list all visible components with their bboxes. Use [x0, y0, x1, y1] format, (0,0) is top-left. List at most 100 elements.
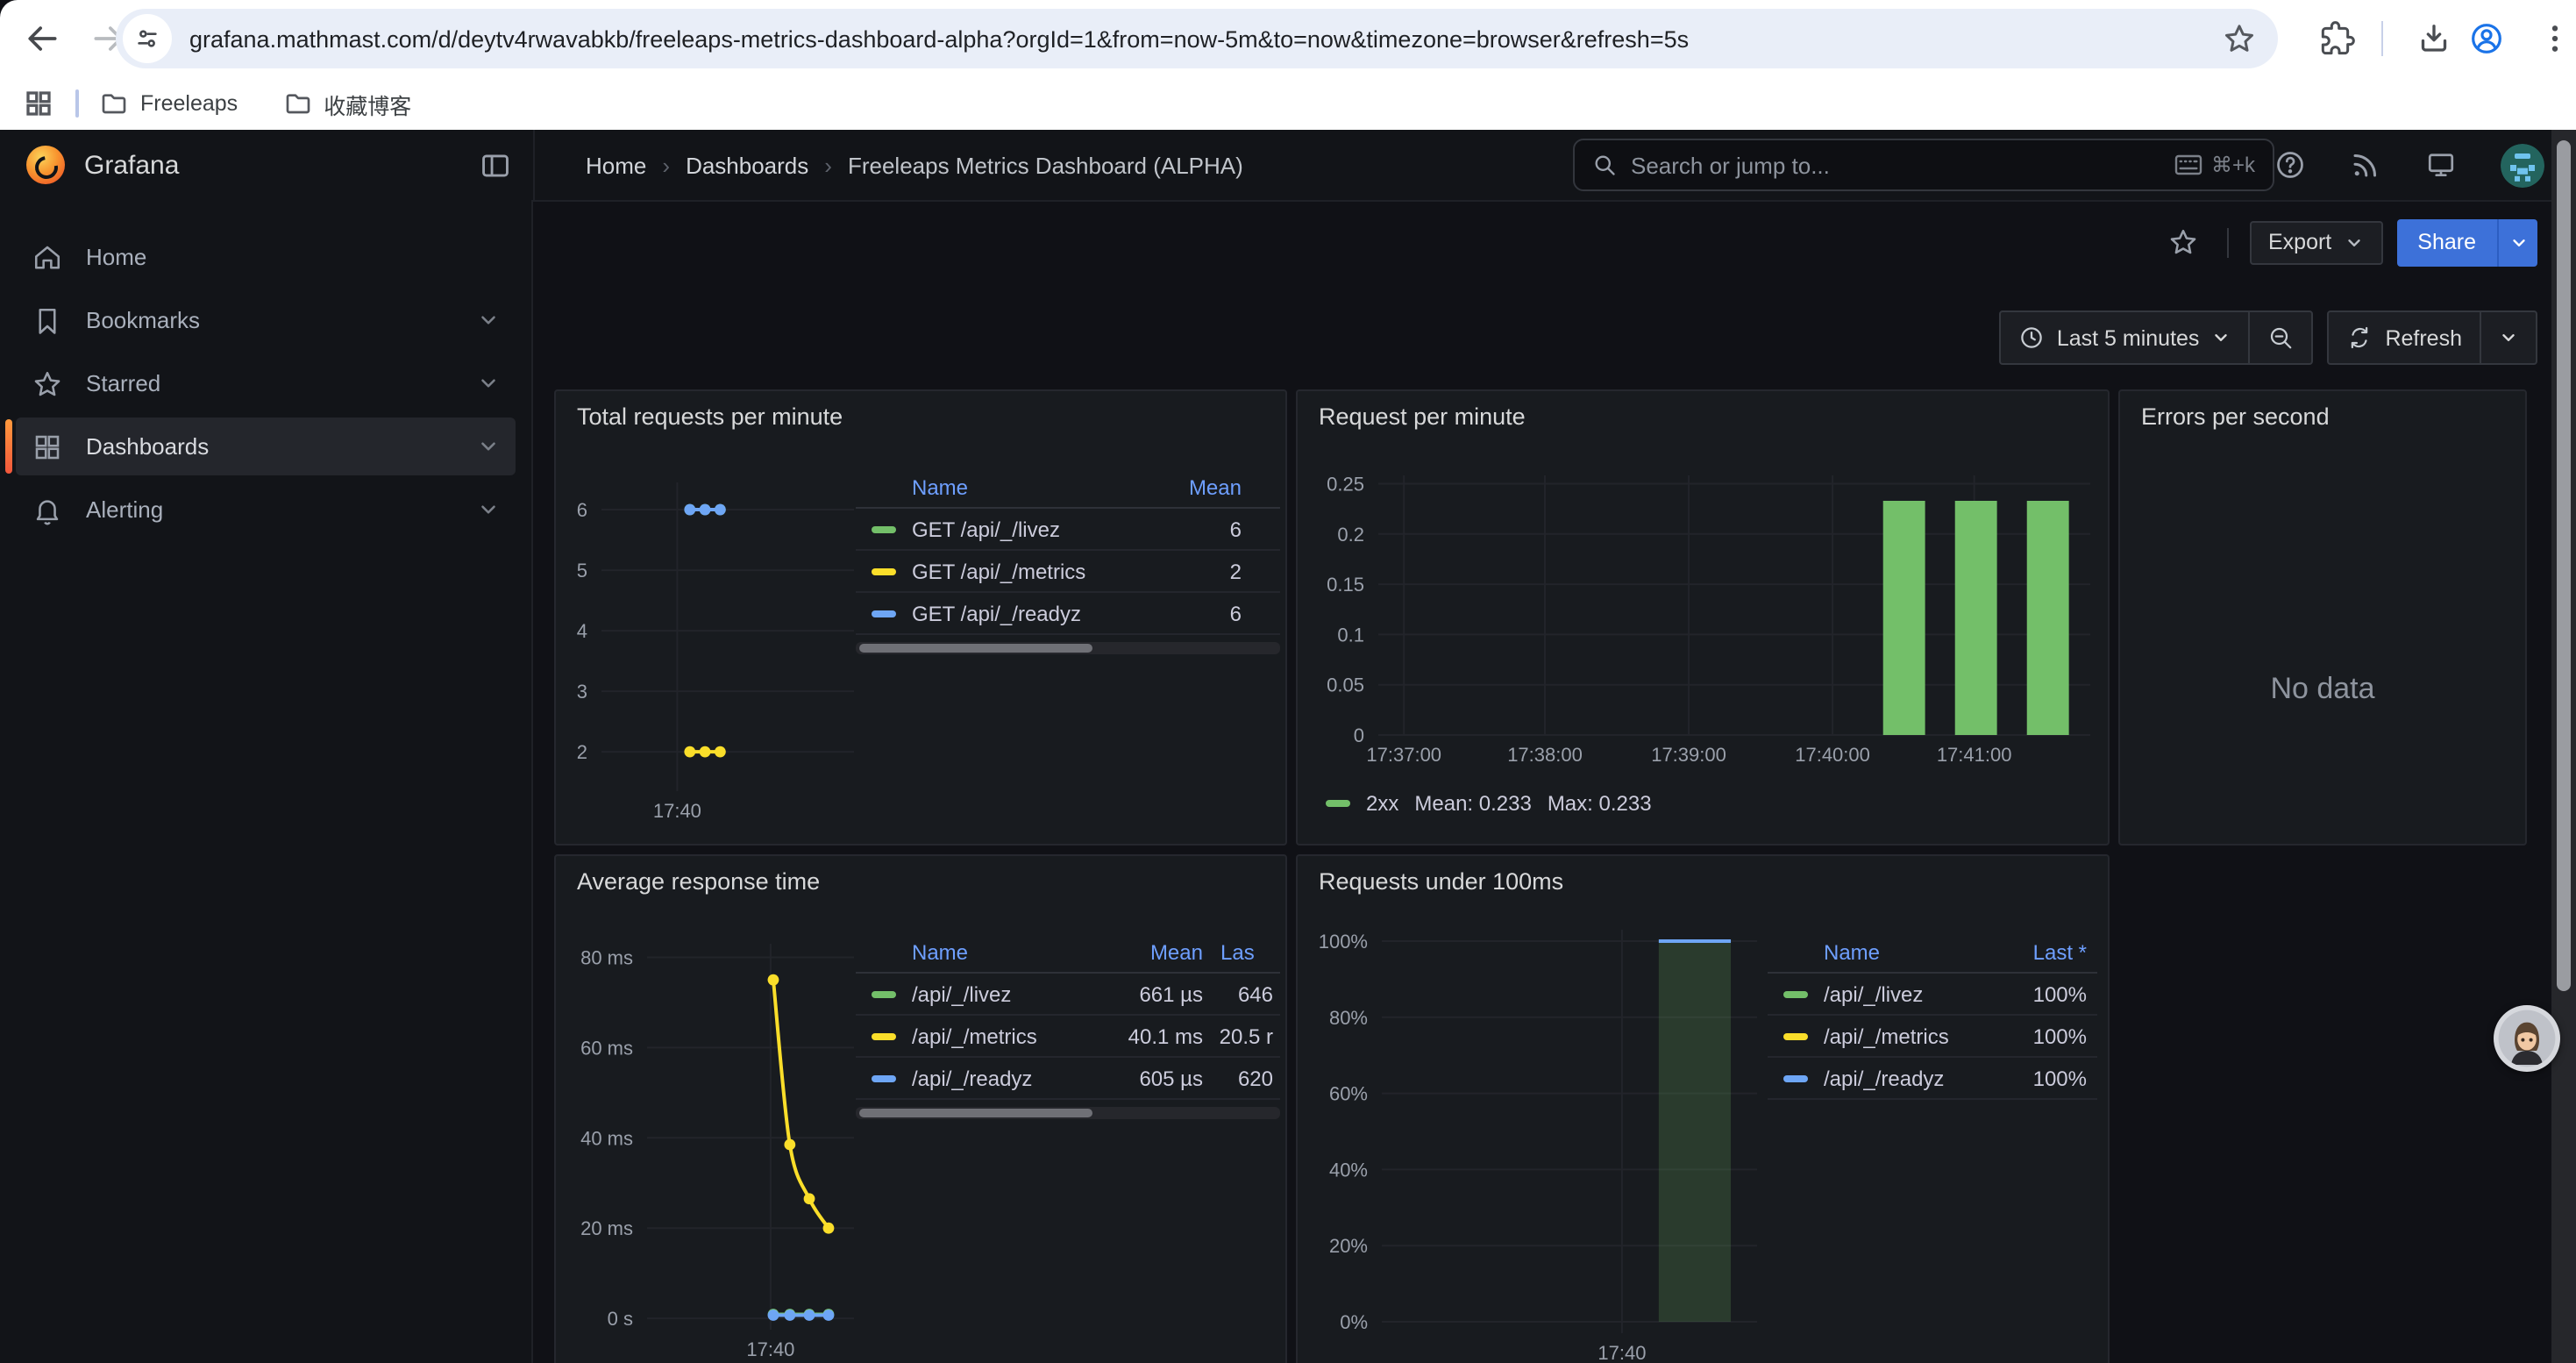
browser-menu-icon[interactable]: [2537, 21, 2572, 56]
legend-row[interactable]: GET /api/_/livez 6: [856, 509, 1280, 551]
folder-icon: [100, 89, 128, 118]
panel-title[interactable]: Average response time: [577, 868, 820, 895]
series-swatch: [872, 525, 896, 532]
panel-errors-per-second[interactable]: Errors per second No data: [2118, 389, 2527, 846]
downloads-icon[interactable]: [2416, 21, 2451, 56]
legend-col-last[interactable]: Last *: [1989, 940, 2097, 965]
sidebar-item-alerting[interactable]: Alerting: [16, 481, 516, 539]
panel-title[interactable]: Request per minute: [1319, 403, 1526, 430]
address-bar[interactable]: grafana.mathmast.com/d/deytv4rwavabkb/fr…: [116, 9, 2278, 68]
back-icon[interactable]: [23, 19, 61, 58]
legend-col-mean[interactable]: Mean: [1098, 940, 1203, 965]
share-button[interactable]: Share: [2396, 218, 2497, 266]
legend-col-name[interactable]: Name: [1824, 940, 1989, 965]
svg-text:3: 3: [577, 681, 587, 703]
url-text[interactable]: grafana.mathmast.com/d/deytv4rwavabkb/fr…: [189, 25, 2208, 52]
svg-text:80 ms: 80 ms: [580, 946, 633, 968]
chevron-down-icon[interactable]: [477, 435, 500, 458]
series-swatch: [872, 567, 896, 574]
monitor-icon[interactable]: [2425, 149, 2457, 181]
bookmark-star-icon[interactable]: [2222, 21, 2257, 56]
time-range-picker[interactable]: Last 5 minutes: [2001, 312, 2249, 363]
series-name[interactable]: GET /api/_/readyz: [912, 601, 1175, 625]
panel-title[interactable]: Total requests per minute: [577, 403, 843, 430]
sidebar-item-bookmarks[interactable]: Bookmarks: [16, 291, 516, 349]
time-range-group: Last 5 minutes: [1999, 310, 2314, 365]
legend-row[interactable]: /api/_/livez 100%: [1768, 974, 2097, 1016]
share-menu-button[interactable]: [2497, 218, 2537, 266]
series-mean: Mean: 0.233: [1414, 791, 1531, 816]
legend-scrollbar[interactable]: [856, 1107, 1280, 1119]
help-icon[interactable]: [2274, 149, 2306, 181]
refresh-interval-button[interactable]: [2480, 312, 2536, 363]
sidebar-item-home[interactable]: Home: [16, 228, 516, 286]
panel-request-per-minute[interactable]: Request per minute 0.250.20.150.10.05017…: [1296, 389, 2110, 846]
legend-row[interactable]: /api/_/readyz 605 µs 620: [856, 1058, 1280, 1100]
user-avatar[interactable]: [2501, 143, 2544, 187]
panel-title[interactable]: Requests under 100ms: [1319, 868, 1563, 895]
series-name[interactable]: /api/_/metrics: [912, 1024, 1098, 1048]
page-scrollbar[interactable]: [2551, 130, 2576, 1363]
legend-row[interactable]: /api/_/livez 661 µs 646: [856, 974, 1280, 1016]
panel-total-requests[interactable]: Total requests per minute 6543217:40 Nam…: [554, 389, 1287, 846]
breadcrumb-separator: ›: [824, 152, 832, 178]
series-name[interactable]: /api/_/livez: [1824, 981, 1989, 1006]
series-name[interactable]: 2xx: [1366, 791, 1398, 816]
chevron-down-icon[interactable]: [477, 498, 500, 521]
legend-row[interactable]: GET /api/_/readyz 6: [856, 593, 1280, 635]
legend-row[interactable]: /api/_/metrics 40.1 ms 20.5 r: [856, 1016, 1280, 1058]
no-data-text: No data: [2120, 672, 2525, 707]
floating-assistant-avatar[interactable]: [2494, 1005, 2560, 1072]
breadcrumb-dashboards[interactable]: Dashboards: [686, 152, 808, 178]
series-name[interactable]: GET /api/_/livez: [912, 517, 1175, 541]
breadcrumb-current: Freeleaps Metrics Dashboard (ALPHA): [848, 152, 1243, 178]
sidebar-toggle-icon[interactable]: [479, 148, 512, 182]
legend-scrollbar-thumb[interactable]: [859, 644, 1092, 653]
page-scrollbar-thumb[interactable]: [2557, 140, 2571, 991]
svg-text:4: 4: [577, 620, 587, 642]
profile-icon[interactable]: [2469, 21, 2504, 56]
site-settings-icon[interactable]: [123, 14, 172, 63]
svg-text:0 s: 0 s: [608, 1308, 633, 1330]
search-input[interactable]: Search or jump to... ⌘+k: [1573, 139, 2274, 191]
bookmark-folder-freeleaps[interactable]: Freeleaps: [100, 89, 238, 118]
sidebar-item-dashboards[interactable]: Dashboards: [16, 417, 516, 475]
legend-scrollbar[interactable]: [856, 642, 1280, 654]
series-last: 100%: [1989, 1024, 2097, 1048]
apps-grid-icon[interactable]: [23, 88, 54, 119]
panel-average-response-time[interactable]: Average response time 80 ms60 ms40 ms20 …: [554, 854, 1287, 1363]
legend-col-mean[interactable]: Mean: [1175, 475, 1280, 500]
breadcrumb-home[interactable]: Home: [586, 152, 646, 178]
panel-requests-under-100ms[interactable]: Requests under 100ms 100%80%60%40%20%0%1…: [1296, 854, 2110, 1363]
series-swatch: [872, 610, 896, 617]
bookmark-folder-blogs[interactable]: 收藏博客: [283, 87, 411, 120]
series-name[interactable]: /api/_/readyz: [912, 1066, 1098, 1090]
extensions-icon[interactable]: [2320, 21, 2355, 56]
grafana-logo[interactable]: [26, 146, 65, 184]
legend-inline[interactable]: 2xx Mean: 0.233 Max: 0.233: [1326, 791, 1652, 816]
sidebar-item-starred[interactable]: Starred: [16, 354, 516, 412]
legend-col-last[interactable]: Las: [1203, 940, 1280, 965]
series-name[interactable]: GET /api/_/metrics: [912, 559, 1175, 583]
legend-row[interactable]: GET /api/_/metrics 2: [856, 551, 1280, 593]
chevron-down-icon[interactable]: [477, 309, 500, 332]
series-name[interactable]: /api/_/livez: [912, 981, 1098, 1006]
series-name[interactable]: /api/_/readyz: [1824, 1066, 1989, 1090]
series-name[interactable]: /api/_/metrics: [1824, 1024, 1989, 1048]
news-rss-icon[interactable]: [2350, 149, 2381, 181]
series-mean: 6: [1175, 517, 1280, 541]
svg-text:17:38:00: 17:38:00: [1507, 744, 1583, 766]
chevron-down-icon[interactable]: [477, 372, 500, 395]
panel-title[interactable]: Errors per second: [2141, 403, 2330, 430]
zoom-out-button[interactable]: [2248, 312, 2311, 363]
legend-col-name[interactable]: Name: [912, 940, 1098, 965]
legend-scrollbar-thumb[interactable]: [859, 1109, 1092, 1117]
legend-col-name[interactable]: Name: [912, 475, 1175, 500]
legend-row[interactable]: /api/_/metrics 100%: [1768, 1016, 2097, 1058]
favorite-star-icon[interactable]: [2167, 226, 2198, 258]
export-button[interactable]: Export: [2249, 220, 2382, 264]
legend-row[interactable]: /api/_/readyz 100%: [1768, 1058, 2097, 1100]
refresh-group: Refresh: [2327, 310, 2537, 365]
series-max: Max: 0.233: [1548, 791, 1652, 816]
refresh-button[interactable]: Refresh: [2329, 312, 2480, 363]
